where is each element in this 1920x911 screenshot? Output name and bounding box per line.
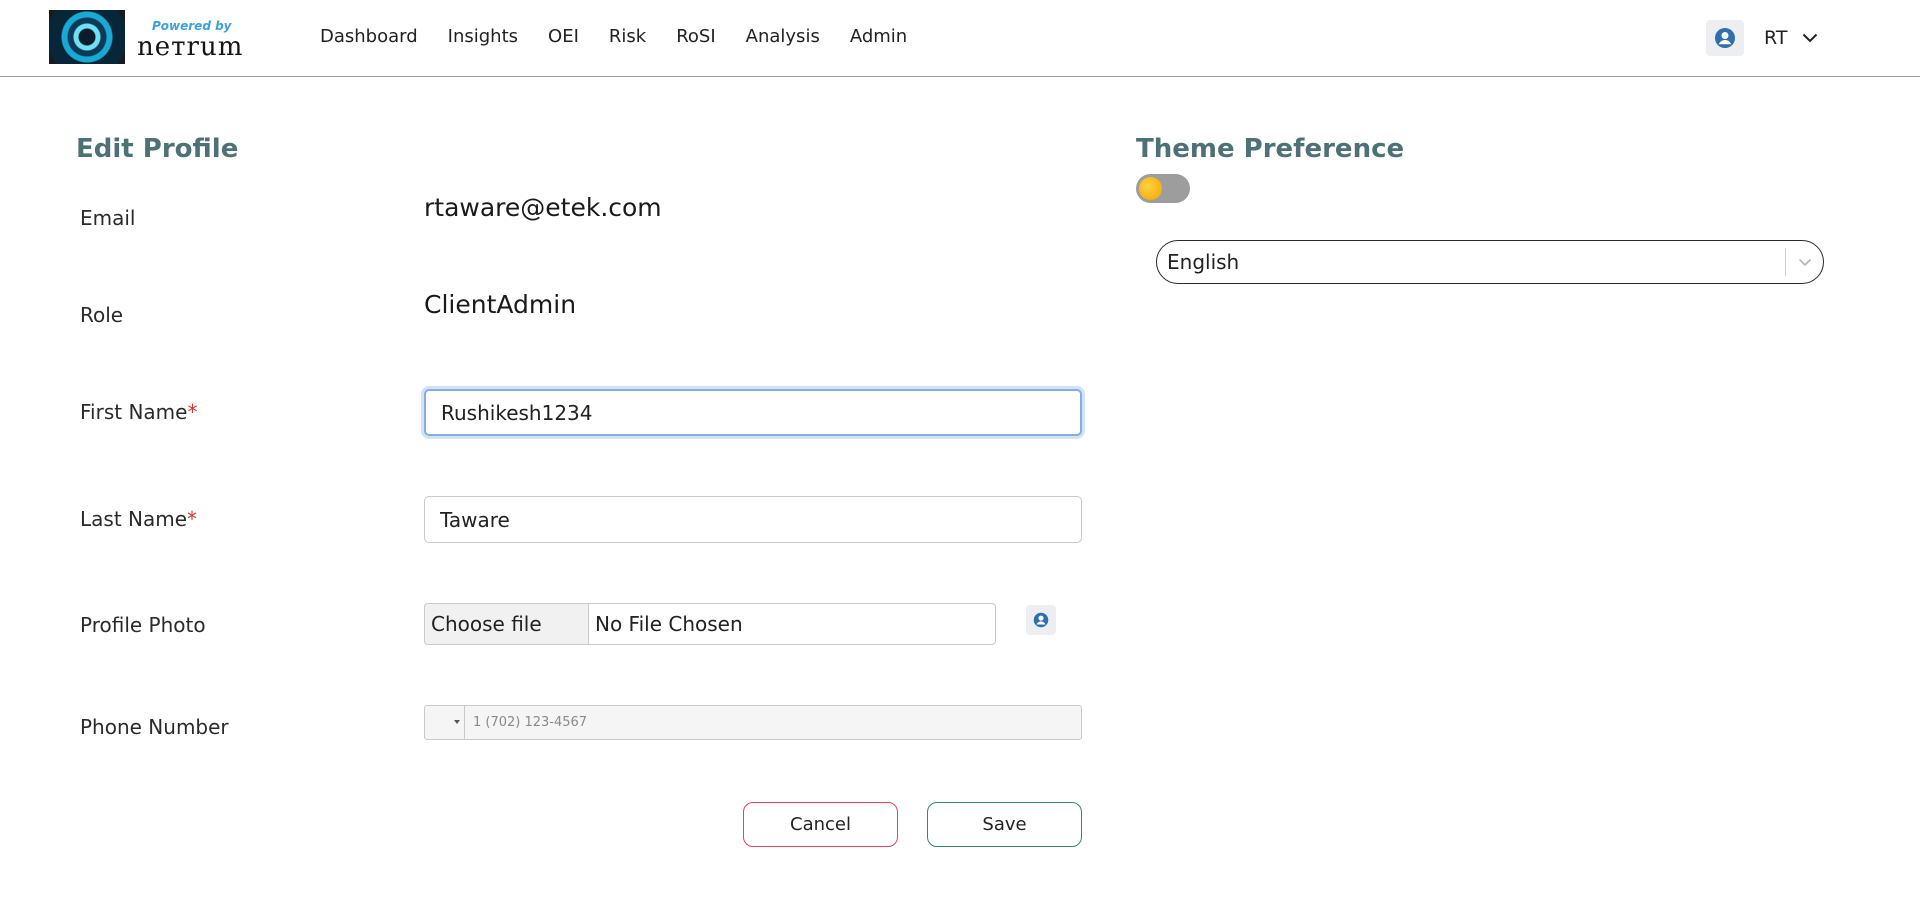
brand-name: nетrum xyxy=(137,32,244,62)
choose-file-button[interactable]: Choose file xyxy=(425,604,589,644)
last-name-input[interactable] xyxy=(424,496,1082,543)
country-code-dropdown[interactable] xyxy=(425,706,465,739)
nav-admin[interactable]: Admin xyxy=(850,26,907,47)
first-name-label-text: First Name xyxy=(80,400,188,424)
chevron-down-icon[interactable] xyxy=(1801,29,1819,47)
caret-down-icon xyxy=(454,720,460,724)
email-value: rtaware@etek.com xyxy=(424,193,662,222)
cancel-button[interactable]: Cancel xyxy=(743,802,898,847)
nav-insights[interactable]: Insights xyxy=(448,26,518,47)
sun-icon xyxy=(1139,177,1162,200)
phone-number-field xyxy=(424,705,1082,740)
nav-oei[interactable]: OEI xyxy=(548,26,579,47)
first-name-input[interactable] xyxy=(424,389,1082,436)
user-circle-icon xyxy=(1715,28,1735,48)
powered-by-text: Powered by xyxy=(152,19,232,33)
user-menu[interactable]: RT xyxy=(1706,20,1819,56)
edit-profile-title: Edit Profile xyxy=(76,134,239,164)
email-label: Email xyxy=(80,206,136,230)
save-button[interactable]: Save xyxy=(927,802,1082,847)
required-mark: * xyxy=(187,400,198,424)
top-header: Powered by nетrum Dashboard Insights OEI… xyxy=(0,0,1920,77)
first-name-label: First Name* xyxy=(80,400,197,424)
profile-photo-preview xyxy=(1026,605,1056,635)
theme-preference-title: Theme Preference xyxy=(1136,134,1405,164)
language-selected-value: English xyxy=(1167,250,1240,274)
profile-photo-label: Profile Photo xyxy=(80,613,206,637)
phone-number-label: Phone Number xyxy=(80,715,229,739)
user-circle-icon xyxy=(1033,612,1049,628)
last-name-label-text: Last Name xyxy=(80,507,188,531)
nav-risk[interactable]: Risk xyxy=(609,26,646,47)
phone-number-input[interactable] xyxy=(465,706,1081,739)
user-initials[interactable]: RT xyxy=(1764,27,1787,49)
last-name-label: Last Name* xyxy=(80,507,197,531)
nav-rosi[interactable]: RoSI xyxy=(676,26,715,47)
nav-dashboard[interactable]: Dashboard xyxy=(320,26,418,47)
brand-logo[interactable]: Powered by nетrum xyxy=(49,10,245,66)
role-label: Role xyxy=(80,303,124,327)
chevron-down-icon[interactable] xyxy=(1786,258,1823,267)
language-select[interactable]: English xyxy=(1156,240,1824,284)
required-mark: * xyxy=(187,507,198,531)
role-value: ClientAdmin xyxy=(424,290,577,319)
profile-photo-file-input[interactable]: Choose file No File Chosen xyxy=(424,603,996,645)
nav-analysis[interactable]: Analysis xyxy=(746,26,820,47)
theme-toggle[interactable] xyxy=(1136,174,1190,203)
eye-logo-icon xyxy=(49,10,125,64)
user-avatar[interactable] xyxy=(1706,20,1744,56)
file-status: No File Chosen xyxy=(595,612,743,636)
main-nav: Dashboard Insights OEI Risk RoSI Analysi… xyxy=(320,26,907,47)
